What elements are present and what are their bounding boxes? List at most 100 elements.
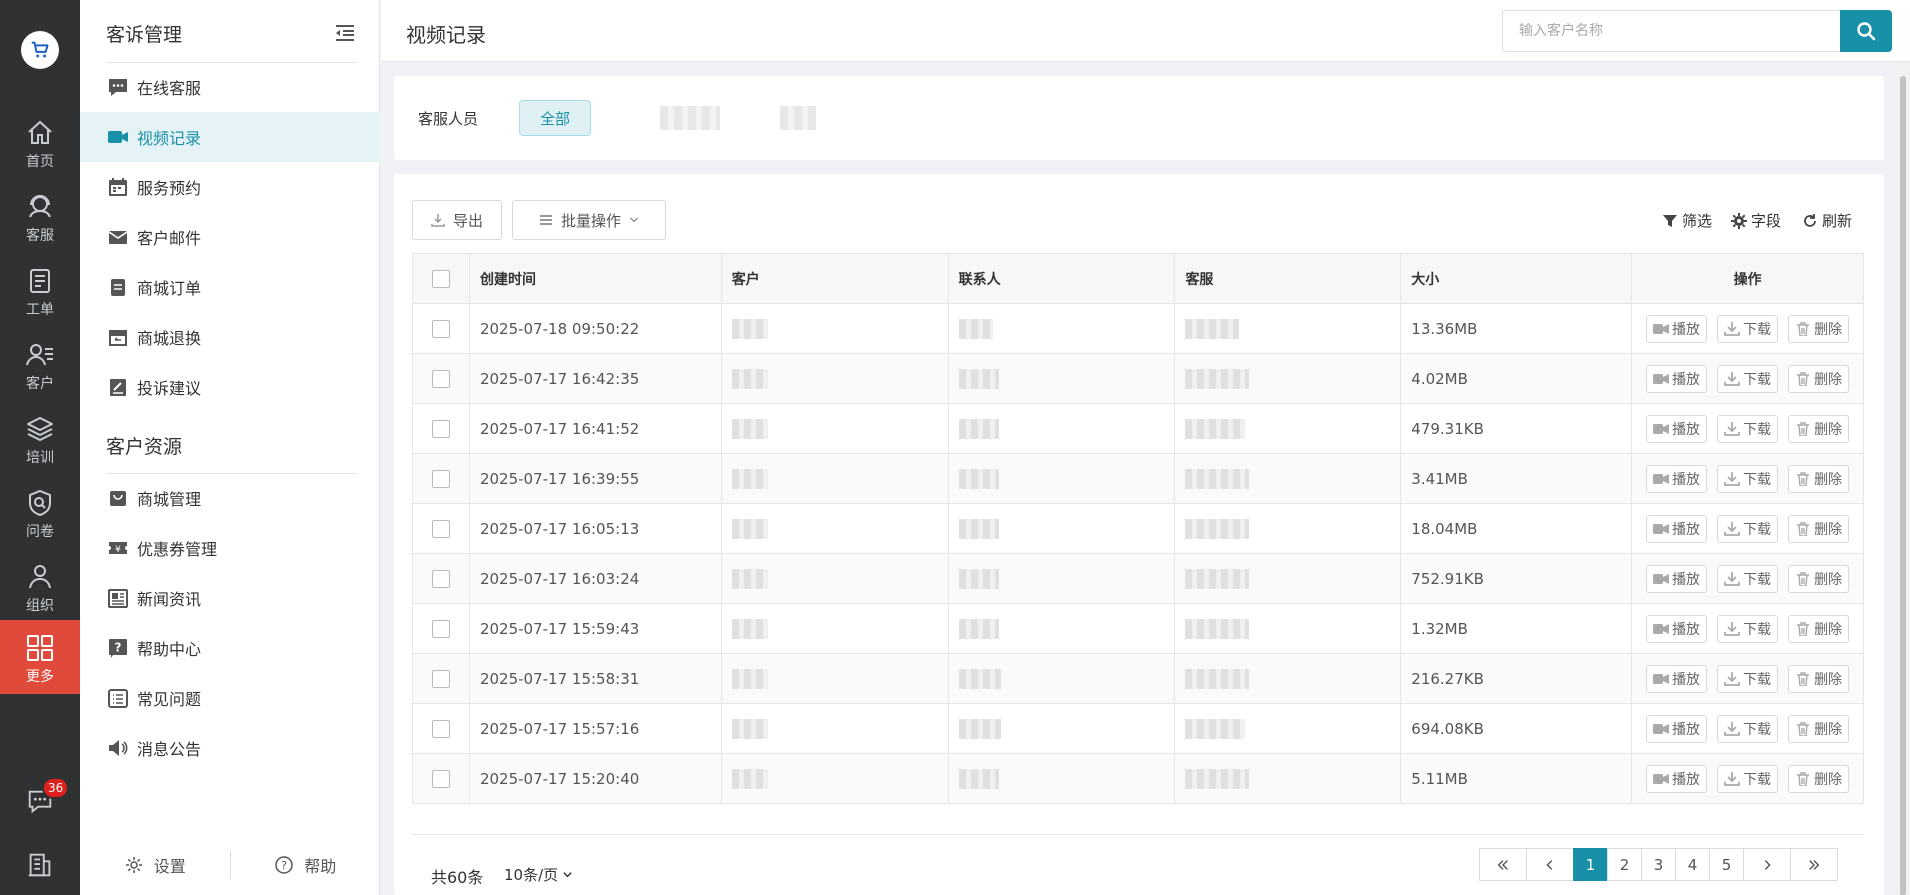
play-button[interactable]: 播放 — [1646, 714, 1708, 743]
rail-item-more[interactable]: 更多 — [0, 620, 80, 694]
page-button-4[interactable]: 4 — [1675, 848, 1710, 881]
company-button[interactable] — [0, 835, 80, 895]
batch-operations-dropdown[interactable]: 批量操作 — [512, 200, 666, 240]
next-page-button[interactable] — [1743, 848, 1791, 881]
table-row[interactable]: 2025-07-17 16:03:24 752.91KB 播放 下载 删除 — [412, 553, 1864, 604]
play-button[interactable]: 播放 — [1646, 514, 1708, 543]
agent-filter-option-redacted[interactable] — [780, 106, 816, 130]
menu-item-mall-management[interactable]: 商城管理 — [80, 473, 380, 523]
messages-button[interactable] — [0, 771, 80, 831]
menu-item-help-center[interactable]: ? 帮助中心 — [80, 623, 380, 673]
page-button-5[interactable]: 5 — [1709, 848, 1744, 881]
row-checkbox[interactable] — [431, 419, 450, 438]
delete-button[interactable]: 删除 — [1788, 764, 1850, 793]
table-row[interactable]: 2025-07-17 15:59:43 1.32MB 播放 下载 删除 — [412, 603, 1864, 654]
page-button-2[interactable]: 2 — [1607, 848, 1642, 881]
table-row[interactable]: 2025-07-17 15:58:31 216.27KB 播放 下载 删除 — [412, 653, 1864, 704]
table-row[interactable]: 2025-07-17 16:05:13 18.04MB 播放 下载 删除 — [412, 503, 1864, 554]
download-button[interactable]: 下载 — [1717, 314, 1779, 343]
row-checkbox[interactable] — [431, 619, 450, 638]
rail-item-home[interactable]: 首页 — [0, 105, 80, 179]
delete-button[interactable]: 删除 — [1788, 564, 1850, 593]
delete-button[interactable]: 删除 — [1788, 664, 1850, 693]
menu-item-coupons[interactable]: ¥ 优惠券管理 — [80, 523, 380, 573]
play-button[interactable]: 播放 — [1646, 364, 1708, 393]
cart-logo-icon[interactable] — [21, 31, 59, 69]
row-checkbox[interactable] — [431, 569, 450, 588]
column-header-contact[interactable]: 联系人 — [947, 253, 1176, 304]
table-row[interactable]: 2025-07-17 16:42:35 4.02MB 播放 下载 删除 — [412, 353, 1864, 404]
menu-item-customer-mail[interactable]: 客户邮件 — [80, 212, 380, 262]
download-button[interactable]: 下载 — [1717, 664, 1779, 693]
delete-button[interactable]: 删除 — [1788, 514, 1850, 543]
download-button[interactable]: 下载 — [1717, 414, 1779, 443]
download-button[interactable]: 下载 — [1717, 364, 1779, 393]
row-checkbox[interactable] — [431, 669, 450, 688]
download-button[interactable]: 下载 — [1717, 564, 1779, 593]
settings-button[interactable]: 设置 — [80, 853, 230, 877]
play-button[interactable]: 播放 — [1646, 414, 1708, 443]
table-row[interactable]: 2025-07-17 15:57:16 694.08KB 播放 下载 删除 — [412, 703, 1864, 754]
download-button[interactable]: 下载 — [1717, 714, 1779, 743]
delete-button[interactable]: 删除 — [1788, 714, 1850, 743]
collapse-menu-icon[interactable] — [334, 23, 356, 43]
delete-button[interactable]: 删除 — [1788, 464, 1850, 493]
rail-item-training[interactable]: 培训 — [0, 401, 80, 475]
help-button[interactable]: ? 帮助 — [231, 853, 381, 877]
filter-tool[interactable]: 筛选 — [1662, 210, 1712, 231]
page-button-3[interactable]: 3 — [1641, 848, 1676, 881]
refresh-tool[interactable]: 刷新 — [1802, 210, 1852, 231]
page-size-select[interactable]: 10条/页 — [504, 864, 573, 885]
download-button[interactable]: 下载 — [1717, 464, 1779, 493]
row-checkbox[interactable] — [431, 719, 450, 738]
column-header-time[interactable]: 创建时间 — [468, 253, 722, 304]
fields-tool[interactable]: 字段 — [1731, 210, 1781, 231]
play-button[interactable]: 播放 — [1646, 764, 1708, 793]
download-button[interactable]: 下载 — [1717, 514, 1779, 543]
menu-item-online-service[interactable]: 在线客服 — [80, 62, 380, 112]
download-button[interactable]: 下载 — [1717, 764, 1779, 793]
export-button[interactable]: 导出 — [412, 200, 502, 240]
menu-item-faq[interactable]: 常见问题 — [80, 673, 380, 723]
delete-button[interactable]: 删除 — [1788, 314, 1850, 343]
row-checkbox[interactable] — [431, 469, 450, 488]
prev-page-button[interactable] — [1526, 848, 1574, 881]
row-checkbox[interactable] — [431, 369, 450, 388]
play-button[interactable]: 播放 — [1646, 564, 1708, 593]
table-row[interactable]: 2025-07-17 16:39:55 3.41MB 播放 下载 删除 — [412, 453, 1864, 504]
scrollbar-thumb[interactable] — [1900, 76, 1906, 895]
download-button[interactable]: 下载 — [1717, 614, 1779, 643]
column-header-size[interactable]: 大小 — [1400, 253, 1633, 304]
column-header-customer[interactable]: 客户 — [720, 253, 949, 304]
rail-item-service[interactable]: 客服 — [0, 179, 80, 253]
rail-item-ticket[interactable]: 工单 — [0, 253, 80, 327]
table-row[interactable]: 2025-07-17 16:41:52 479.31KB 播放 下载 删除 — [412, 403, 1864, 454]
rail-item-org[interactable]: 组织 — [0, 549, 80, 623]
delete-button[interactable]: 删除 — [1788, 414, 1850, 443]
row-checkbox[interactable] — [431, 519, 450, 538]
rail-item-customer[interactable]: 客户 — [0, 327, 80, 401]
row-checkbox[interactable] — [431, 769, 450, 788]
menu-item-video-records[interactable]: 视频记录 — [80, 112, 380, 162]
play-button[interactable]: 播放 — [1646, 614, 1708, 643]
row-checkbox[interactable] — [431, 319, 450, 338]
table-row[interactable]: 2025-07-17 15:20:40 5.11MB 播放 下载 删除 — [412, 753, 1864, 804]
delete-button[interactable]: 删除 — [1788, 364, 1850, 393]
menu-item-mall-orders[interactable]: 商城订单 — [80, 262, 380, 312]
page-button-1[interactable]: 1 — [1573, 848, 1608, 881]
select-all-checkbox[interactable] — [431, 269, 450, 288]
menu-item-announcements[interactable]: 消息公告 — [80, 723, 380, 773]
agent-filter-all[interactable]: 全部 — [519, 100, 591, 136]
play-button[interactable]: 播放 — [1646, 664, 1708, 693]
menu-item-news[interactable]: 新闻资讯 — [80, 573, 380, 623]
menu-item-complaints[interactable]: 投诉建议 — [80, 362, 380, 412]
table-row[interactable]: 2025-07-18 09:50:22 13.36MB 播放 下载 删除 — [412, 303, 1864, 354]
play-button[interactable]: 播放 — [1646, 314, 1708, 343]
menu-item-appointment[interactable]: 服务预约 — [80, 162, 380, 212]
menu-item-mall-returns[interactable]: 商城退换 — [80, 312, 380, 362]
first-page-button[interactable] — [1479, 848, 1527, 881]
rail-item-survey[interactable]: 问卷 — [0, 475, 80, 549]
play-button[interactable]: 播放 — [1646, 464, 1708, 493]
column-header-agent[interactable]: 客服 — [1174, 253, 1402, 304]
search-button[interactable] — [1840, 10, 1892, 52]
